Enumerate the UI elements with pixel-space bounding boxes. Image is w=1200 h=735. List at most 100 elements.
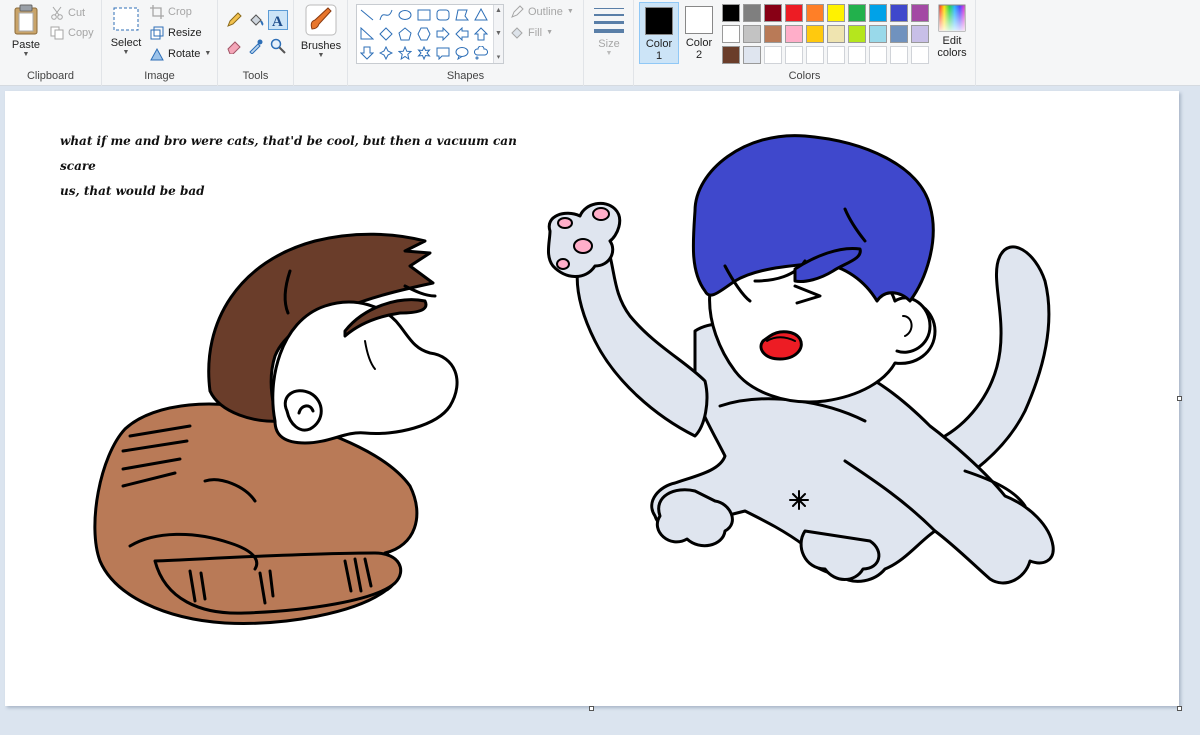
shape-diamond[interactable] bbox=[377, 25, 395, 43]
shape-cloud-callout[interactable] bbox=[472, 44, 490, 62]
color1-swatch bbox=[645, 7, 673, 35]
grey-cat-paw-pad-4 bbox=[556, 258, 570, 270]
resize-label: Resize bbox=[168, 27, 202, 39]
palette-swatch[interactable] bbox=[869, 4, 887, 22]
palette-swatch-empty[interactable] bbox=[869, 46, 887, 64]
line-weight-icon bbox=[593, 5, 625, 35]
palette-swatch[interactable] bbox=[722, 4, 740, 22]
rotate-button[interactable]: Rotate ▼ bbox=[150, 45, 211, 63]
palette-swatch[interactable] bbox=[806, 4, 824, 22]
ribbon: Paste ▼ Cut Copy Clipboard Select ▼ Crop… bbox=[0, 0, 1200, 86]
five-point-star-icon bbox=[398, 46, 412, 60]
palette-swatch[interactable] bbox=[827, 4, 845, 22]
palette-swatch[interactable] bbox=[785, 4, 803, 22]
palette-swatch[interactable] bbox=[743, 25, 761, 43]
palette-swatch-empty[interactable] bbox=[890, 46, 908, 64]
drawing-canvas[interactable]: what if me and bro were cats, that'd be … bbox=[5, 91, 1179, 706]
shape-four-point-star[interactable] bbox=[377, 44, 395, 62]
copy-icon bbox=[50, 26, 64, 40]
size-group: Size ▼ bbox=[584, 0, 634, 86]
resize-button[interactable]: Resize bbox=[150, 24, 202, 42]
shape-oval[interactable] bbox=[396, 6, 414, 24]
palette-swatch[interactable] bbox=[890, 4, 908, 22]
shapes-gallery-scrollbar[interactable]: ▲ ▼ ▾ bbox=[493, 5, 503, 63]
shape-rect-callout[interactable] bbox=[434, 44, 452, 62]
color2-label: Color bbox=[685, 37, 713, 49]
color-wheel-icon bbox=[938, 4, 966, 32]
palette-swatch[interactable] bbox=[848, 25, 866, 43]
palette-swatch-empty[interactable] bbox=[785, 46, 803, 64]
paste-button[interactable]: Paste ▼ bbox=[4, 4, 48, 59]
canvas-resize-handle-corner[interactable] bbox=[1177, 706, 1182, 711]
shape-hexagon[interactable] bbox=[415, 25, 433, 43]
palette-swatch[interactable] bbox=[869, 25, 887, 43]
paint-bucket-icon bbox=[248, 12, 264, 28]
palette-swatch-empty[interactable] bbox=[911, 46, 929, 64]
shape-left-arrow[interactable] bbox=[453, 25, 471, 43]
shape-down-arrow[interactable] bbox=[358, 44, 376, 62]
shape-curve[interactable] bbox=[377, 6, 395, 24]
outline-button[interactable]: Outline ▼ bbox=[510, 3, 574, 21]
palette-swatch[interactable] bbox=[764, 4, 782, 22]
shapes-group-label: Shapes bbox=[446, 70, 485, 82]
shape-up-arrow[interactable] bbox=[472, 25, 490, 43]
shape-rectangle[interactable] bbox=[415, 6, 433, 24]
left-arrow-icon bbox=[455, 27, 469, 41]
brushes-button[interactable]: Brushes ▼ bbox=[298, 3, 344, 60]
shape-line[interactable] bbox=[358, 6, 376, 24]
shape-polygon[interactable] bbox=[453, 6, 471, 24]
shape-right-arrow[interactable] bbox=[434, 25, 452, 43]
palette-swatch[interactable] bbox=[722, 25, 740, 43]
line-icon bbox=[360, 8, 374, 22]
shape-right-triangle[interactable] bbox=[358, 25, 376, 43]
fill-button[interactable]: Fill ▼ bbox=[510, 24, 553, 42]
copy-label: Copy bbox=[68, 27, 94, 39]
magnifier-tool[interactable] bbox=[268, 36, 288, 56]
palette-swatch-empty[interactable] bbox=[827, 46, 845, 64]
color1-button[interactable]: Color 1 bbox=[639, 2, 679, 64]
shape-triangle[interactable] bbox=[472, 6, 490, 24]
rotate-label: Rotate bbox=[168, 48, 201, 60]
palette-swatch[interactable] bbox=[806, 25, 824, 43]
fill-tool[interactable] bbox=[246, 10, 266, 30]
text-tool[interactable]: A bbox=[268, 10, 288, 30]
selection-rectangle-icon bbox=[111, 4, 141, 34]
canvas-resize-handle-right[interactable] bbox=[1177, 396, 1182, 401]
palette-swatch[interactable] bbox=[848, 4, 866, 22]
shape-pentagon[interactable] bbox=[396, 25, 414, 43]
palette-swatch[interactable] bbox=[911, 25, 929, 43]
resize-icon bbox=[150, 26, 164, 40]
gallery-expand-icon: ▾ bbox=[496, 54, 501, 61]
select-button[interactable]: Select ▼ bbox=[106, 4, 146, 57]
select-label: Select bbox=[110, 37, 142, 49]
palette-swatch-empty[interactable] bbox=[764, 46, 782, 64]
edit-colors-button[interactable]: Edit colors bbox=[932, 4, 972, 59]
pencil-tool[interactable] bbox=[224, 10, 244, 30]
eraser-tool[interactable] bbox=[224, 36, 244, 56]
crop-icon bbox=[150, 5, 164, 19]
palette-swatch[interactable] bbox=[890, 25, 908, 43]
size-button[interactable]: Size ▼ bbox=[590, 5, 628, 58]
copy-button[interactable]: Copy bbox=[50, 24, 94, 42]
chevron-down-icon: ▼ bbox=[605, 50, 613, 57]
shape-six-point-star[interactable] bbox=[415, 44, 433, 62]
palette-swatch[interactable] bbox=[785, 25, 803, 43]
palette-swatch[interactable] bbox=[743, 46, 761, 64]
crop-button[interactable]: Crop bbox=[150, 3, 192, 21]
palette-swatch[interactable] bbox=[722, 46, 740, 64]
shape-oval-callout[interactable] bbox=[453, 44, 471, 62]
palette-swatch[interactable] bbox=[827, 25, 845, 43]
palette-swatch[interactable] bbox=[764, 25, 782, 43]
color-picker-tool[interactable] bbox=[246, 36, 266, 56]
palette-swatch[interactable] bbox=[911, 4, 929, 22]
color2-button[interactable]: Color 2 bbox=[679, 2, 719, 64]
palette-swatch[interactable] bbox=[743, 4, 761, 22]
palette-swatch-empty[interactable] bbox=[848, 46, 866, 64]
triangle-icon bbox=[474, 8, 488, 22]
shape-rounded-rectangle[interactable] bbox=[434, 6, 452, 24]
palette-swatch-empty[interactable] bbox=[806, 46, 824, 64]
cut-button[interactable]: Cut bbox=[50, 4, 85, 22]
canvas-resize-handle-bottom[interactable] bbox=[589, 706, 594, 711]
shape-five-point-star[interactable] bbox=[396, 44, 414, 62]
down-arrow-icon bbox=[360, 46, 374, 60]
